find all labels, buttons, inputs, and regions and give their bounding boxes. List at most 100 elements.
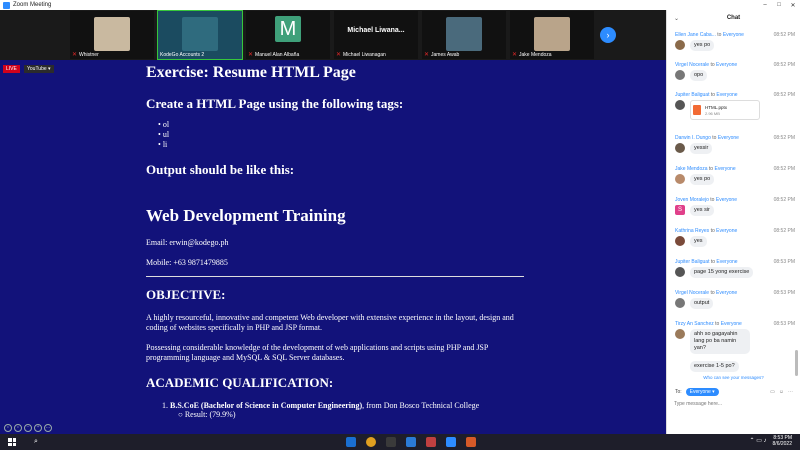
message-body: yessir: [675, 143, 795, 154]
sender-name: Ellen Jane Caba...: [675, 32, 716, 38]
participant-name: Michael Liwanagan: [343, 51, 386, 58]
objective-paragraph-1: A highly resourceful, innovative and com…: [146, 313, 514, 332]
zoom-window: Zoom Meeting – □ ✕ ✕ Whistner KodeGo Acco…: [0, 0, 800, 450]
degree-text: B.S.CoE (Bachelor of Science in Computer…: [170, 401, 363, 410]
emoji-icon[interactable]: ☺: [779, 389, 784, 395]
video-tile[interactable]: ✕ James Awab: [422, 11, 506, 59]
video-tile[interactable]: Michael Liwana... ✕ Michael Liwanagan: [334, 11, 418, 59]
close-button[interactable]: ✕: [786, 2, 800, 9]
sender-name: Jake Mendoza: [675, 166, 708, 172]
clock-date: 8/6/2022: [772, 441, 792, 447]
objective-paragraph-2: Possessing considerable knowledge of the…: [146, 343, 489, 362]
zoom-icon[interactable]: [446, 437, 456, 447]
video-tile[interactable]: ✕ Jake Mendoza: [510, 11, 594, 59]
resume-title: Web Development Training: [146, 206, 346, 225]
muted-mic-icon: ✕: [424, 52, 430, 58]
tag-list: ol ul li: [158, 120, 524, 150]
message-header: Joven Moralejo to Everyone 08:52 PM: [675, 197, 795, 203]
participant-name: James Awab: [431, 51, 460, 58]
who-can-see-link[interactable]: Who can see your messages?: [667, 375, 800, 380]
file-icon[interactable]: ▭: [770, 389, 775, 395]
vscode-icon[interactable]: [406, 437, 416, 447]
message-body: yes: [675, 236, 795, 247]
file-size: 2.96 MB: [705, 110, 720, 116]
windows-start-icon[interactable]: [8, 438, 16, 446]
chat-message: Jupiter Baliguat to Everyone 08:53 PM pag…: [675, 259, 795, 278]
file-attachment[interactable]: HTML.pptx 2.96 MB: [690, 100, 760, 120]
shared-screen: LIVE YouTube ▾ Exercise: Resume HTML Pag…: [0, 60, 666, 434]
academic-list: B.S.CoE (Bachelor of Science in Computer…: [158, 401, 524, 410]
message-body: ahh so gagayahin lang po ba namin yan? e…: [675, 329, 795, 372]
windows-taskbar: ⌕ ⌃ ▭ ♪ 8:53 PM 8/6/2022: [0, 434, 800, 450]
message-time: 08:53 PM: [773, 290, 795, 296]
avatar: [675, 298, 685, 308]
to-label: to: [710, 228, 715, 234]
participant-name: Manuel Alan Albaña: [255, 51, 300, 58]
app-icon[interactable]: [386, 437, 396, 447]
output-heading: Output should be like this:: [146, 162, 295, 177]
to-label: to: [708, 166, 714, 172]
to-label: to: [717, 32, 722, 38]
participant-name-row: KodeGo Accounts 2: [160, 52, 204, 58]
recipient: Everyone: [716, 259, 738, 265]
chat-panel: ⌄ Chat Ellen Jane Caba... to Everyone 08:…: [666, 10, 800, 434]
windows-app-icon[interactable]: [346, 437, 356, 447]
live-badge[interactable]: LIVE: [3, 65, 20, 73]
video-tile[interactable]: M ✕ Manuel Alan Albaña: [246, 11, 330, 59]
app-icon[interactable]: [426, 437, 436, 447]
taskbar-apps: [346, 437, 476, 447]
list-item: ul: [158, 130, 524, 140]
to-label: to: [710, 92, 716, 98]
maximize-button[interactable]: □: [772, 2, 786, 9]
muted-mic-icon: ✕: [336, 52, 342, 58]
to-label: to: [710, 62, 715, 68]
message-bubble: yes po: [690, 40, 715, 51]
prev-icon[interactable]: ‹: [4, 424, 12, 432]
participant-video: [534, 17, 570, 51]
more-icon[interactable]: …: [44, 424, 52, 432]
zoom-in-icon[interactable]: +: [34, 424, 42, 432]
recipient-dropdown[interactable]: Everyone ▾: [685, 388, 719, 396]
recipient-row: To: Everyone ▾ ▭ ☺ ⋯: [675, 388, 793, 396]
message-bubble: yessir: [690, 143, 713, 154]
message-body: output: [675, 298, 795, 309]
message-body: HTML.pptx 2.96 MB: [675, 100, 795, 120]
chat-scrollbar[interactable]: [795, 350, 798, 376]
chat-message: Virgel Nocerale to Everyone 08:53 PM outp…: [675, 290, 795, 309]
muted-mic-icon: ✕: [248, 52, 254, 58]
message-time: 08:52 PM: [773, 135, 795, 141]
message-body: yes po: [675, 174, 795, 185]
clock[interactable]: 8:53 PM 8/6/2022: [773, 435, 792, 447]
youtube-dropdown[interactable]: YouTube ▾: [24, 65, 54, 73]
muted-mic-icon: ✕: [512, 52, 518, 58]
chat-message-input[interactable]: [674, 399, 794, 409]
powerpoint-icon[interactable]: [466, 437, 476, 447]
chat-title: Chat: [726, 15, 741, 21]
participant-name-row: ✕ Manuel Alan Albaña: [248, 51, 300, 59]
next-icon[interactable]: ›: [14, 424, 22, 432]
search-icon[interactable]: ⌕: [34, 438, 38, 446]
sender-name: Kathrina Reyes: [675, 228, 710, 234]
recipient: Everyone: [722, 32, 744, 38]
recipient: Everyone: [716, 62, 738, 68]
chevron-right-icon[interactable]: ›: [600, 27, 616, 43]
message-bubble: opo: [690, 70, 708, 81]
video-tile[interactable]: KodeGo Accounts 2: [157, 10, 243, 60]
message-bubble: page 15 yong exercise: [690, 267, 754, 278]
video-tile[interactable]: ✕ Whistner: [70, 11, 154, 59]
instructions-heading: Create a HTML Page using the following t…: [146, 96, 404, 111]
participant-name-row: ✕ Michael Liwanagan: [336, 51, 386, 59]
tray-icons[interactable]: ⌃ ▭ ♪: [750, 438, 767, 444]
chat-message: Virgel Nocerale to Everyone 08:52 PM opo: [675, 62, 795, 81]
avatar-letter: M: [275, 16, 301, 42]
to-label: to: [712, 135, 717, 141]
minimize-button[interactable]: –: [758, 2, 772, 9]
chrome-icon[interactable]: [366, 437, 376, 447]
chat-message: Tirzy An Sanchez to Everyone 08:53 PM ahh…: [675, 321, 795, 372]
avatar: [675, 267, 685, 277]
participant-video: [446, 17, 482, 51]
zoom-out-icon[interactable]: −: [24, 424, 32, 432]
more-icon[interactable]: ⋯: [788, 389, 793, 395]
message-bubble: output: [690, 298, 714, 309]
to-label: To:: [675, 389, 682, 395]
